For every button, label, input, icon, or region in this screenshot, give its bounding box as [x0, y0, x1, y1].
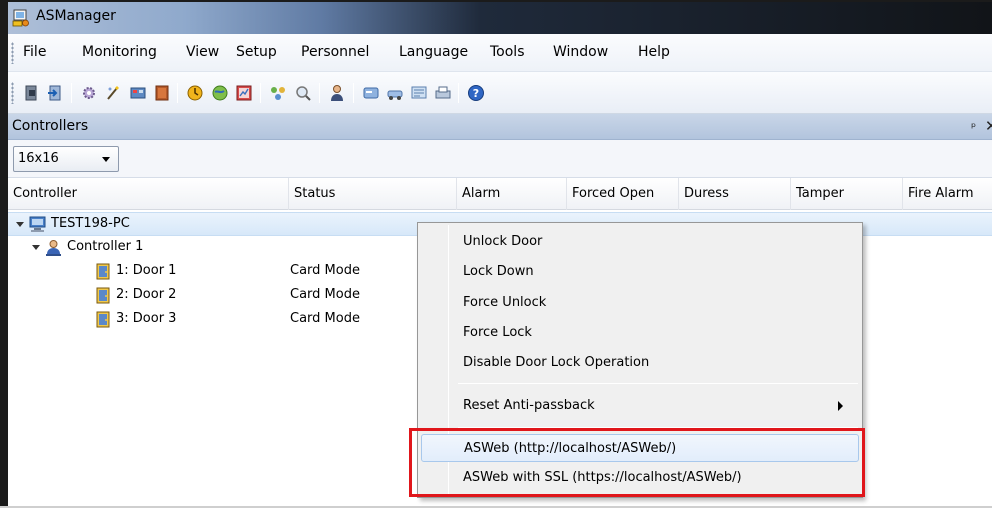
door-status: Card Mode — [290, 311, 360, 326]
settings-icon[interactable] — [80, 84, 98, 102]
menu-item-lock-down[interactable]: Lock Down — [421, 258, 859, 286]
door-status: Card Mode — [290, 263, 360, 278]
menu-bar: File Monitoring View Setup Personnel Lan… — [8, 34, 992, 72]
window-frame-left — [0, 0, 8, 508]
menu-item-force-lock[interactable]: Force Lock — [421, 319, 859, 347]
close-icon[interactable]: ✕ — [985, 117, 992, 135]
pin-icon[interactable]: ᵖ — [971, 120, 976, 134]
icon-size-value: 16x16 — [18, 151, 59, 166]
login-icon[interactable] — [46, 84, 64, 102]
expand-icon[interactable] — [32, 245, 40, 250]
menu-separator — [458, 383, 858, 384]
report-icon[interactable] — [235, 84, 253, 102]
toolbar-separator — [177, 83, 178, 103]
door-icon — [96, 311, 110, 328]
column-status[interactable]: Status — [288, 178, 456, 210]
door-label: 2: Door 2 — [116, 287, 177, 302]
menu-item-label: Unlock Door — [463, 234, 543, 249]
column-tamper[interactable]: Tamper — [790, 178, 902, 210]
menu-item-label: Lock Down — [463, 264, 534, 279]
column-forced-open[interactable]: Forced Open — [566, 178, 678, 210]
toolbar-separator — [319, 83, 320, 103]
device-icon[interactable] — [129, 84, 147, 102]
map-icon[interactable] — [211, 84, 229, 102]
controllers-panel-header: Controllers ᵖ ✕ — [8, 114, 992, 140]
grid-header: Controller Status Alarm Forced Open Dure… — [8, 178, 992, 210]
app-icon — [12, 9, 29, 27]
help-icon[interactable]: ? — [467, 84, 485, 102]
column-duress[interactable]: Duress — [678, 178, 790, 210]
door-label: 1: Door 1 — [116, 263, 177, 278]
door-label: 3: Door 3 — [116, 311, 177, 326]
panel-title: Controllers — [12, 118, 89, 134]
chevron-right-icon — [838, 401, 843, 411]
menu-item-label: Reset Anti-passback — [463, 398, 595, 413]
print-icon[interactable] — [434, 84, 452, 102]
toolbar-separator — [458, 83, 459, 103]
controller-icon — [46, 240, 61, 256]
computer-icon — [29, 216, 46, 232]
column-controller[interactable]: Controller — [8, 178, 288, 210]
menu-setup[interactable]: Setup — [236, 44, 277, 60]
user-icon[interactable] — [328, 84, 346, 102]
menu-personnel[interactable]: Personnel — [301, 44, 369, 60]
menu-item-force-unlock[interactable]: Force Unlock — [421, 289, 859, 317]
door-icon — [96, 263, 110, 280]
toolbar-separator — [260, 83, 261, 103]
menu-tools[interactable]: Tools — [490, 44, 525, 60]
search-icon[interactable] — [294, 84, 312, 102]
card-icon[interactable] — [362, 84, 380, 102]
filter-row: 16x16 — [8, 140, 992, 178]
vehicle-icon[interactable] — [386, 84, 404, 102]
icon-size-select[interactable]: 16x16 — [13, 146, 119, 172]
network-icon[interactable] — [269, 84, 287, 102]
toolbar-separator — [353, 83, 354, 103]
monitor-icon[interactable] — [186, 84, 204, 102]
menu-help[interactable]: Help — [638, 44, 670, 60]
door-icon — [96, 287, 110, 304]
menu-view[interactable]: View — [186, 44, 219, 60]
controller-label: Controller 1 — [67, 239, 144, 254]
log-icon[interactable] — [410, 84, 428, 102]
menu-item-label: Force Lock — [463, 325, 532, 340]
toolbar-separator — [71, 83, 72, 103]
annotation-highlight-box — [409, 428, 865, 497]
menu-window[interactable]: Window — [553, 44, 608, 60]
menu-item-label: Force Unlock — [463, 295, 547, 310]
menu-item-disable-door-lock[interactable]: Disable Door Lock Operation — [421, 349, 859, 377]
expand-icon[interactable] — [16, 222, 24, 227]
wizard-icon[interactable] — [105, 84, 123, 102]
door-icon[interactable] — [153, 84, 171, 102]
toolbar-grip[interactable] — [11, 82, 14, 104]
logout-icon[interactable] — [23, 84, 41, 102]
menu-grip[interactable] — [11, 42, 14, 64]
menu-language[interactable]: Language — [399, 44, 468, 60]
menu-file[interactable]: File — [23, 44, 46, 60]
menu-item-unlock-door[interactable]: Unlock Door — [421, 228, 859, 256]
title-bar[interactable]: ASManager — [8, 2, 992, 34]
column-fire-alarm[interactable]: Fire Alarm — [902, 178, 992, 210]
menu-monitoring[interactable]: Monitoring — [82, 44, 157, 60]
window-title: ASManager — [36, 8, 116, 24]
toolbar: ? — [8, 72, 992, 114]
menu-item-label: Disable Door Lock Operation — [463, 355, 650, 370]
svg-text:?: ? — [473, 87, 479, 100]
menu-item-reset-anti-passback[interactable]: Reset Anti-passback — [421, 392, 859, 420]
chevron-down-icon[interactable] — [102, 157, 110, 162]
column-alarm[interactable]: Alarm — [456, 178, 566, 210]
pc-label: TEST198-PC — [51, 216, 130, 231]
door-status: Card Mode — [290, 287, 360, 302]
